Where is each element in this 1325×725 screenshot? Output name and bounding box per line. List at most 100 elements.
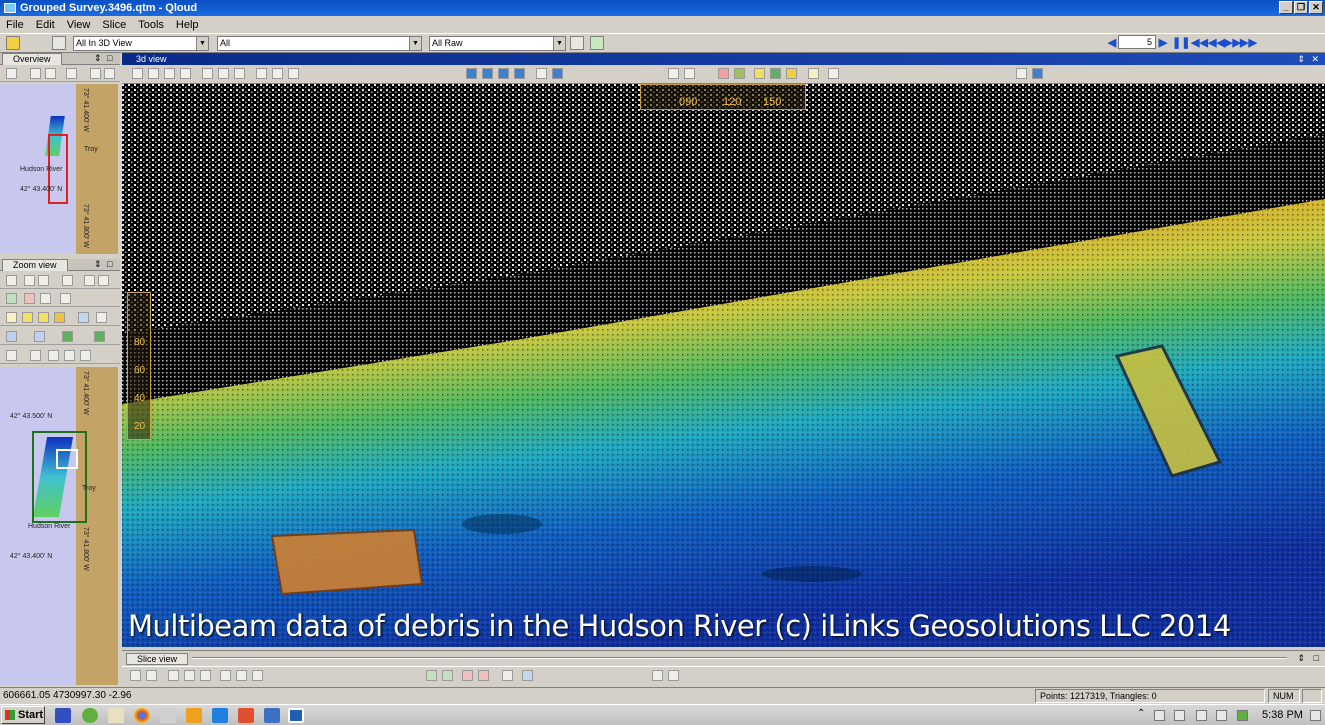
grid-icon[interactable]	[236, 670, 247, 681]
camera-icon[interactable]	[536, 68, 547, 79]
panel-maximize-icon[interactable]: □	[1314, 653, 1319, 663]
note-icon[interactable]	[808, 68, 819, 79]
sync-icon[interactable]	[82, 708, 98, 723]
measure-icon[interactable]	[828, 68, 839, 79]
chrome-icon[interactable]	[134, 708, 150, 723]
undo-icon[interactable]	[30, 350, 41, 361]
zoom-map[interactable]: 42° 43.500' N Hudson River Troy 42° 43.4…	[0, 367, 118, 685]
show-desktop-icon[interactable]	[1310, 710, 1321, 721]
measure-icon[interactable]	[62, 275, 73, 286]
pencil-icon[interactable]	[38, 312, 49, 323]
frame-number-input[interactable]: 5	[1118, 35, 1156, 49]
zoom-in-icon[interactable]	[84, 275, 95, 286]
rewind-icon[interactable]: ◀◀	[1191, 37, 1208, 50]
menu-edit[interactable]: Edit	[30, 19, 61, 31]
view-top-icon[interactable]	[466, 68, 477, 79]
select-icon[interactable]	[24, 275, 35, 286]
walk-icon[interactable]	[180, 68, 191, 79]
axis-icon[interactable]	[256, 68, 267, 79]
light-icon[interactable]	[754, 68, 765, 79]
menu-slice[interactable]: Slice	[96, 19, 132, 31]
folder-icon[interactable]	[160, 708, 176, 723]
probe-icon[interactable]	[60, 293, 71, 304]
step-first-icon[interactable]: ◀◀	[1208, 37, 1225, 50]
network-tray-icon[interactable]	[1196, 710, 1207, 721]
clock[interactable]: 5:38 PM	[1262, 707, 1303, 723]
play-icon[interactable]: ▶	[1157, 37, 1169, 50]
fit-view-icon[interactable]	[168, 670, 179, 681]
cursor-icon[interactable]	[668, 670, 679, 681]
surface-icon[interactable]	[94, 331, 105, 342]
menu-help[interactable]: Help	[170, 19, 205, 31]
step-back-icon[interactable]: ◀	[1106, 37, 1118, 50]
pause-icon[interactable]: ❚❚	[1172, 37, 1190, 50]
tab-zoom-view[interactable]: Zoom view	[2, 259, 68, 271]
skip-end-icon[interactable]: ▶▶	[1240, 37, 1257, 50]
lasso-icon[interactable]	[38, 275, 49, 286]
zoom-in-icon[interactable]	[218, 68, 229, 79]
cross-icon[interactable]	[48, 350, 59, 361]
layers-icon[interactable]	[62, 331, 73, 342]
close-button[interactable]: ✕	[1309, 1, 1323, 14]
accept-icon[interactable]	[6, 293, 17, 304]
pan-icon[interactable]	[6, 68, 17, 79]
grid-icon[interactable]	[668, 68, 679, 79]
display-options-icon[interactable]	[684, 68, 695, 79]
menu-tools[interactable]: Tools	[132, 19, 170, 31]
reject-icon[interactable]	[24, 293, 35, 304]
points-icon[interactable]	[718, 68, 729, 79]
skype-icon[interactable]	[212, 708, 228, 723]
reject-all-icon[interactable]	[478, 670, 489, 681]
close-icon[interactable]: ✕	[1311, 53, 1319, 65]
zoom-in-icon[interactable]	[30, 68, 41, 79]
lasso-icon[interactable]	[288, 68, 299, 79]
network-icon[interactable]	[55, 708, 71, 723]
reset-view-icon[interactable]	[552, 68, 563, 79]
panel-arrows-icon[interactable]: ⇕	[94, 53, 102, 64]
properties-icon[interactable]	[1016, 68, 1027, 79]
probe-icon[interactable]	[502, 670, 513, 681]
fly-icon[interactable]	[164, 68, 175, 79]
display-options-icon[interactable]	[252, 670, 263, 681]
panel-maximize-icon[interactable]: □	[107, 259, 112, 270]
select-icon[interactable]	[90, 68, 101, 79]
color-mode-icon[interactable]	[6, 331, 17, 342]
rotate-icon[interactable]	[132, 68, 143, 79]
panel-arrows-icon[interactable]: ⇕	[1297, 53, 1305, 65]
fit-view-icon[interactable]	[66, 68, 77, 79]
orbit-icon[interactable]	[146, 670, 157, 681]
3d-viewport[interactable]: 090 120 150 80 60 40 20 Multibeam data o…	[122, 84, 1325, 647]
flag-icon[interactable]	[40, 293, 51, 304]
view-mode-select[interactable]: All In 3D View ▼	[73, 36, 209, 51]
zoom-out-icon[interactable]	[45, 68, 56, 79]
accept-icon[interactable]	[426, 670, 437, 681]
pan-icon[interactable]	[6, 275, 17, 286]
properties-icon[interactable]	[6, 350, 17, 361]
edit-icon[interactable]	[6, 312, 17, 323]
reject-icon[interactable]	[462, 670, 473, 681]
highlight-icon[interactable]	[22, 312, 33, 323]
menu-file[interactable]: File	[0, 19, 30, 31]
panel-arrows-icon[interactable]: ⇕	[1297, 653, 1305, 664]
apply-filter-icon[interactable]	[570, 36, 584, 50]
paint-icon[interactable]	[78, 312, 89, 323]
filter-select[interactable]: All ▼	[217, 36, 422, 51]
tab-slice-view[interactable]: Slice view	[126, 653, 189, 665]
zoom-in-icon[interactable]	[184, 670, 195, 681]
brush-icon[interactable]	[96, 312, 107, 323]
select-icon[interactable]	[272, 68, 283, 79]
colormap-icon[interactable]	[770, 68, 781, 79]
properties-icon[interactable]	[652, 670, 663, 681]
restore-button[interactable]: ❐	[1294, 1, 1308, 14]
zoom-area-icon[interactable]	[104, 68, 115, 79]
orbit-icon[interactable]	[148, 68, 159, 79]
accept-all-icon[interactable]	[442, 670, 453, 681]
panel-arrows-icon[interactable]: ⇕	[94, 259, 102, 270]
tray-expand-icon[interactable]: ⌃	[1137, 708, 1145, 719]
qloud-task-icon[interactable]	[288, 708, 304, 723]
copy-icon[interactable]	[64, 350, 75, 361]
overview-map[interactable]: Hudson River Troy 42° 43.400' N 73° 41.4…	[0, 84, 118, 254]
panel-maximize-icon[interactable]: □	[107, 53, 112, 64]
security-icon[interactable]	[1237, 710, 1248, 721]
refresh-icon[interactable]	[590, 36, 604, 50]
